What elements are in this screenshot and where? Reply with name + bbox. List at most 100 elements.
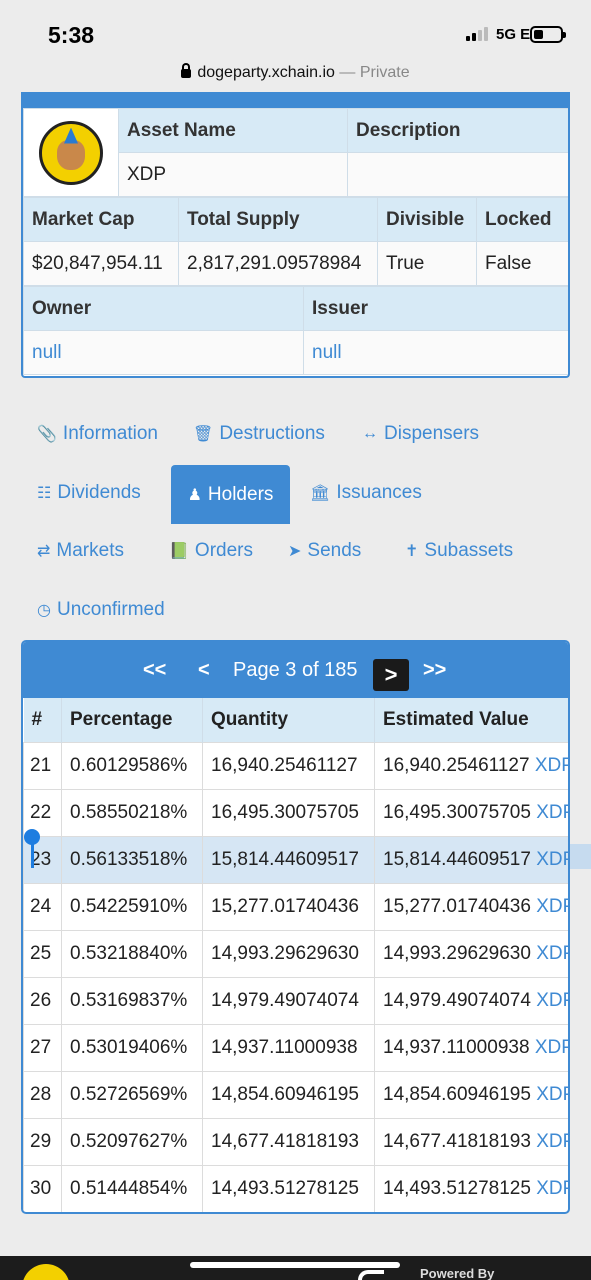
trash-icon: 🗑	[193, 426, 214, 443]
table-row[interactable]: 24 0.54225910% 15,277.01740436 15,277.01…	[23, 882, 568, 931]
row-quantity: 15,814.44609517	[202, 835, 375, 884]
clock: 5:38	[48, 22, 95, 48]
value-unit-link[interactable]: XDP	[536, 1178, 568, 1199]
row-value: 15,814.44609517 XDP	[374, 835, 568, 884]
row-rank: 25	[23, 929, 62, 978]
table-row-selected[interactable]: 23 0.56133518% 15,814.44609517 15,814.44…	[23, 835, 568, 884]
address-bar[interactable]: dogeparty.xchain.io — Private	[0, 63, 591, 82]
row-quantity: 14,979.49074074	[202, 976, 375, 1025]
owner-value[interactable]: null	[23, 330, 304, 375]
row-value: 14,937.11000938 XDP	[374, 1023, 568, 1072]
tab-label: Unconfirmed	[56, 599, 165, 620]
issuer-header: Issuer	[303, 286, 568, 331]
value-unit-link[interactable]: XDP	[535, 755, 568, 776]
description-header: Description	[347, 108, 568, 153]
table-row[interactable]: 28 0.52726569% 14,854.60946195 14,854.60…	[23, 1070, 568, 1119]
tab-label: Markets	[56, 540, 124, 561]
row-quantity: 14,677.41818193	[202, 1117, 375, 1166]
tab-sends[interactable]: ➤ Sends	[288, 540, 361, 562]
row-percentage: 0.51444854%	[61, 1164, 203, 1212]
divisible-value: True	[377, 241, 477, 286]
lock-icon	[181, 63, 192, 78]
bank-icon: 🏛	[310, 485, 331, 502]
table-row[interactable]: 29 0.52097627% 14,677.41818193 14,677.41…	[23, 1117, 568, 1166]
table-row[interactable]: 25 0.53218840% 14,993.29629630 14,993.29…	[23, 929, 568, 978]
first-page-button[interactable]: <<	[143, 642, 166, 698]
private-label: Private	[359, 64, 410, 81]
paper-plane-icon: ➤	[288, 543, 302, 560]
child-icon: ✝	[405, 543, 419, 560]
page-footer	[0, 1256, 591, 1280]
tab-label: Subassets	[424, 540, 514, 561]
table-row[interactable]: 30 0.51444854% 14,493.51278125 14,493.51…	[23, 1164, 568, 1212]
value-unit-link[interactable]: XDP	[536, 943, 568, 964]
tab-unconfirmed[interactable]: ◷ Unconfirmed	[37, 599, 165, 621]
value-amount: 16,940.25461127	[383, 754, 530, 776]
value-amount: 14,937.11000938	[383, 1036, 530, 1058]
table-row[interactable]: 27 0.53019406% 14,937.11000938 14,937.11…	[23, 1023, 568, 1072]
value-unit-link[interactable]: XDP	[535, 1037, 568, 1058]
tab-subassets[interactable]: ✝ Subassets	[405, 540, 513, 562]
value-unit-link[interactable]: XDP	[536, 849, 568, 870]
market-cap-header: Market Cap	[23, 197, 179, 242]
value-unit-link[interactable]: XDP	[536, 1131, 568, 1152]
signal-icon	[466, 27, 488, 41]
tab-dividends[interactable]: ☷ Dividends	[37, 482, 141, 504]
network-type: 5G E	[496, 26, 531, 43]
row-quantity: 14,937.11000938	[202, 1023, 375, 1072]
tab-label: Issuances	[336, 482, 422, 503]
prev-page-button[interactable]: <	[198, 642, 210, 698]
row-value: 14,979.49074074 XDP	[374, 976, 568, 1025]
tab-holders[interactable]: ♟ Holders	[171, 465, 290, 524]
arrows-horizontal-icon: ↔	[362, 425, 378, 442]
next-page-button[interactable]: >	[373, 659, 409, 691]
locked-header: Locked	[476, 197, 568, 242]
tab-markets[interactable]: ⇄ Markets	[37, 540, 124, 562]
text-cursor	[31, 840, 34, 868]
table-row[interactable]: 26 0.53169837% 14,979.49074074 14,979.49…	[23, 976, 568, 1025]
col-rank: #	[23, 698, 62, 742]
col-percentage: Percentage	[61, 698, 203, 742]
row-value: 15,277.01740436 XDP	[374, 882, 568, 931]
row-quantity: 14,993.29629630	[202, 929, 375, 978]
tab-destructions[interactable]: 🗑 Destructions	[193, 423, 325, 445]
row-value: 16,495.30075705 XDP	[374, 788, 568, 837]
asset-owner-table: Owner Issuer null null	[23, 286, 568, 375]
value-amount: 14,493.51278125	[383, 1177, 531, 1199]
sitemap-icon: ☷	[37, 485, 52, 502]
tab-information[interactable]: 📎 Information	[37, 423, 158, 445]
row-percentage: 0.53218840%	[61, 929, 203, 978]
pagination-bar: << < Page 3 of 185 > >>	[23, 642, 568, 698]
row-rank: 21	[23, 741, 62, 790]
issuer-value[interactable]: null	[303, 330, 568, 375]
value-amount: 14,677.41818193	[383, 1130, 531, 1152]
asset-info-card: Asset Name Description XDP Market Cap To…	[21, 92, 570, 378]
row-percentage: 0.54225910%	[61, 882, 203, 931]
tab-dispensers[interactable]: ↔ Dispensers	[362, 423, 479, 445]
status-bar: 5:38 5G E	[0, 0, 591, 60]
holders-table: # Percentage Quantity Estimated Value 21…	[23, 698, 568, 1212]
table-row[interactable]: 22 0.58550218% 16,495.30075705 16,495.30…	[23, 788, 568, 837]
row-percentage: 0.60129586%	[61, 741, 203, 790]
row-quantity: 14,493.51278125	[202, 1164, 375, 1212]
value-unit-link[interactable]: XDP	[536, 802, 568, 823]
battery-icon	[530, 26, 566, 43]
row-rank: 28	[23, 1070, 62, 1119]
tab-orders[interactable]: 📗 Orders	[169, 540, 253, 562]
selection-highlight	[570, 844, 591, 869]
home-indicator[interactable]	[190, 1262, 400, 1268]
asset-name-table: Asset Name Description XDP	[23, 108, 568, 197]
tab-label: Sends	[307, 540, 362, 561]
tab-label: Orders	[194, 540, 253, 561]
locked-value: False	[476, 241, 568, 286]
last-page-button[interactable]: >>	[423, 642, 446, 698]
card-header-bar	[23, 92, 568, 108]
market-cap-value: $20,847,954.11	[23, 241, 179, 286]
paperclip-icon: 📎	[37, 426, 57, 443]
divisible-header: Divisible	[377, 197, 477, 242]
value-unit-link[interactable]: XDP	[536, 896, 568, 917]
value-unit-link[interactable]: XDP	[536, 990, 568, 1011]
table-row[interactable]: 21 0.60129586% 16,940.25461127 16,940.25…	[23, 741, 568, 790]
value-unit-link[interactable]: XDP	[536, 1084, 568, 1105]
tab-issuances[interactable]: 🏛 Issuances	[310, 482, 422, 504]
